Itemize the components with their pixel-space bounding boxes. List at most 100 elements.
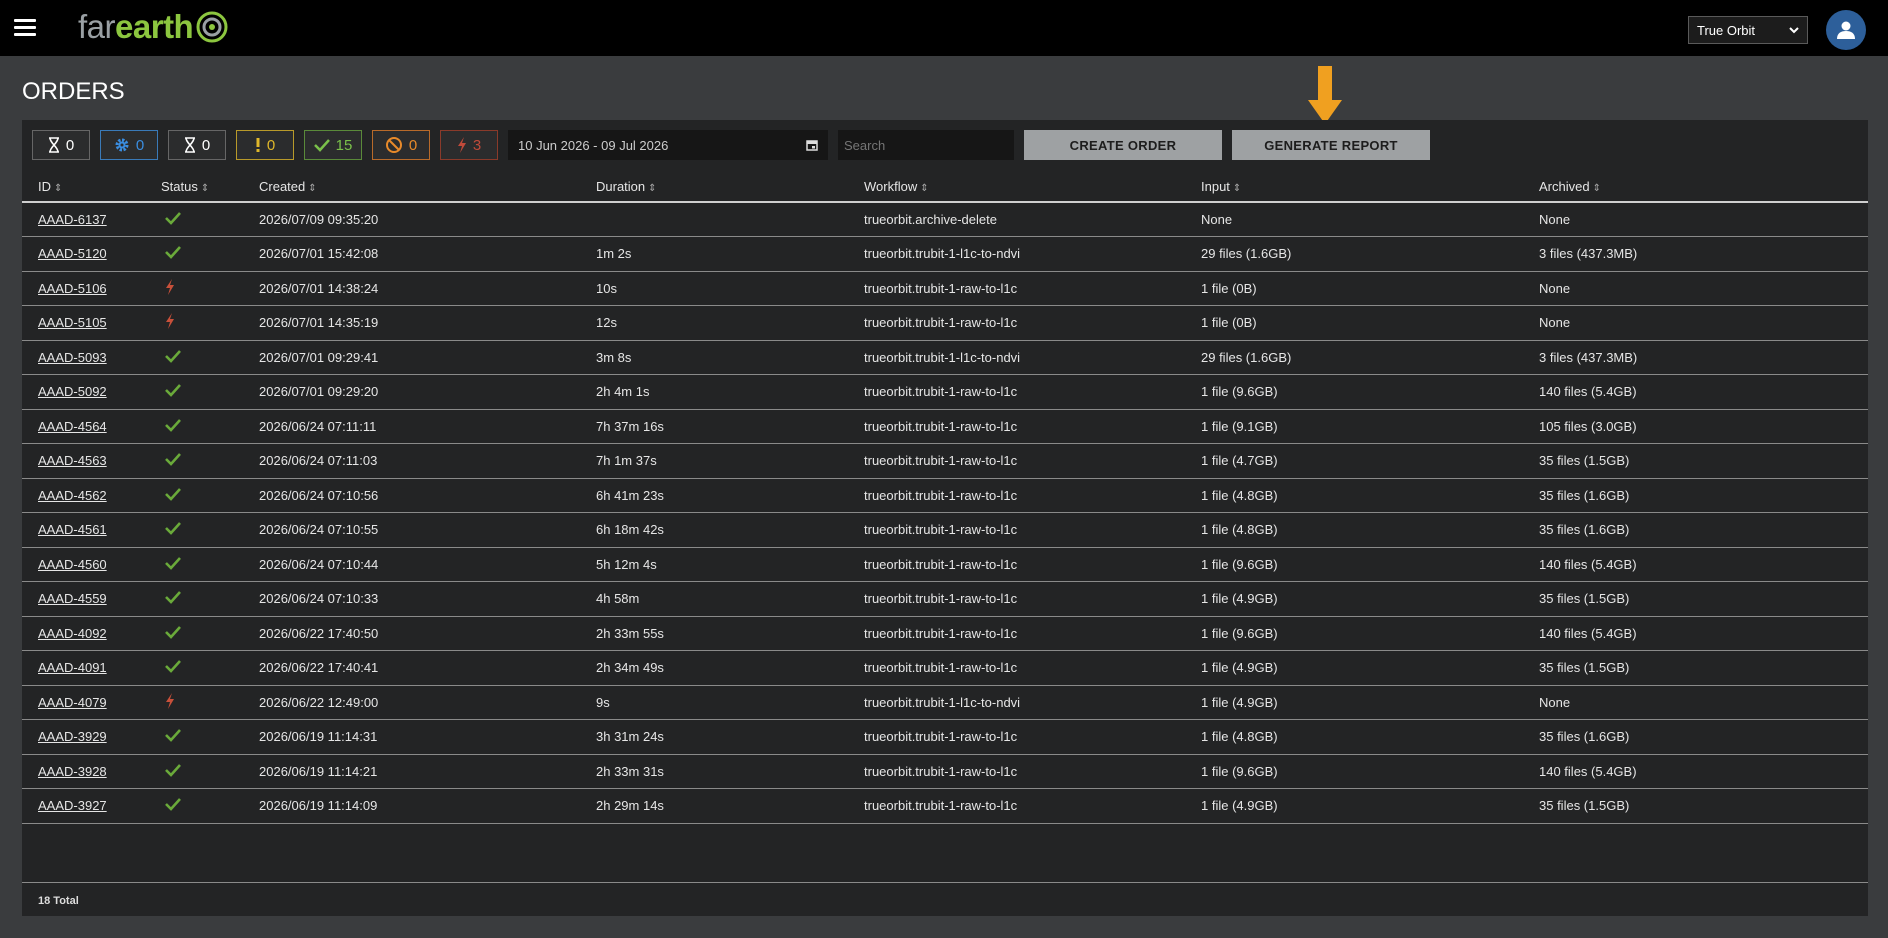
order-id-link[interactable]: AAAD-4092 bbox=[38, 626, 107, 641]
table-row[interactable]: AAAD-4561 2026/06/24 07:10:55 6h 18m 42s tr… bbox=[22, 512, 1868, 548]
cell-archived: 35 files (1.6GB) bbox=[1539, 512, 1868, 548]
filter-warning-count: 0 bbox=[266, 136, 276, 154]
check-icon bbox=[165, 556, 181, 570]
cell-status bbox=[161, 443, 259, 479]
status-success bbox=[161, 212, 181, 228]
cell-workflow: trueorbit.trubit-1-raw-to-l1c bbox=[864, 374, 1201, 410]
cell-created: 2026/06/24 07:10:55 bbox=[259, 512, 596, 548]
header-status-label: Status bbox=[161, 179, 198, 194]
filter-cancelled-chip[interactable]: 0 bbox=[372, 130, 430, 160]
order-id-link[interactable]: AAAD-4079 bbox=[38, 695, 107, 710]
check-icon bbox=[165, 384, 181, 398]
cell-input: 1 file (4.9GB) bbox=[1201, 788, 1539, 824]
table-row[interactable]: AAAD-6137 2026/07/09 09:35:20 trueorbit.ar… bbox=[22, 202, 1868, 237]
bolt-icon bbox=[166, 278, 174, 295]
cell-id: AAAD-3928 bbox=[22, 754, 161, 789]
cell-id: AAAD-4561 bbox=[22, 512, 161, 548]
order-id-link[interactable]: AAAD-5106 bbox=[38, 281, 107, 296]
table-row[interactable]: AAAD-3928 2026/06/19 11:14:21 2h 33m 31s tr… bbox=[22, 754, 1868, 789]
header-id[interactable]: ID ⇕ bbox=[22, 172, 161, 203]
filter-warning-chip[interactable]: 0 bbox=[236, 130, 294, 160]
order-id-link[interactable]: AAAD-4559 bbox=[38, 591, 107, 606]
create-order-button[interactable]: CREATE ORDER bbox=[1024, 130, 1222, 160]
header-status[interactable]: Status ⇕ bbox=[161, 172, 259, 203]
order-id-link[interactable]: AAAD-3927 bbox=[38, 798, 107, 813]
cell-id: AAAD-5092 bbox=[22, 374, 161, 410]
order-id-link[interactable]: AAAD-3929 bbox=[38, 729, 107, 744]
cell-duration: 12s bbox=[596, 305, 864, 341]
table-row[interactable]: AAAD-5092 2026/07/01 09:29:20 2h 4m 1s true… bbox=[22, 374, 1868, 410]
header-input[interactable]: Input ⇕ bbox=[1201, 172, 1539, 203]
table-row[interactable]: AAAD-5105 2026/07/01 14:35:19 12s trueorbit… bbox=[22, 305, 1868, 341]
table-row[interactable]: AAAD-3929 2026/06/19 11:14:31 3h 31m 24s tr… bbox=[22, 719, 1868, 755]
table-row[interactable]: AAAD-4562 2026/06/24 07:10:56 6h 41m 23s tr… bbox=[22, 478, 1868, 513]
order-id-link[interactable]: AAAD-5120 bbox=[38, 246, 107, 261]
cell-duration: 3m 8s bbox=[596, 340, 864, 375]
cell-workflow: trueorbit.trubit-1-raw-to-l1c bbox=[864, 271, 1201, 306]
order-id-link[interactable]: AAAD-5093 bbox=[38, 350, 107, 365]
organization-select[interactable]: True Orbit bbox=[1688, 16, 1808, 44]
order-id-link[interactable]: AAAD-4564 bbox=[38, 419, 107, 434]
table-row[interactable]: AAAD-4091 2026/06/22 17:40:41 2h 34m 49s tr… bbox=[22, 650, 1868, 686]
cell-archived: None bbox=[1539, 202, 1868, 237]
order-id-link[interactable]: AAAD-5092 bbox=[38, 384, 107, 399]
order-id-link[interactable]: AAAD-6137 bbox=[38, 212, 107, 227]
table-row[interactable]: AAAD-4564 2026/06/24 07:11:11 7h 37m 16s tr… bbox=[22, 409, 1868, 444]
header-created[interactable]: Created ⇕ bbox=[259, 172, 596, 203]
filter-processing-chip[interactable]: 0 bbox=[100, 130, 158, 160]
filter-queued-chip[interactable]: 0 bbox=[32, 130, 90, 160]
top-navigation-bar: far earth True Orbit bbox=[0, 0, 1888, 56]
cell-duration: 10s bbox=[596, 271, 864, 306]
order-id-link[interactable]: AAAD-4561 bbox=[38, 522, 107, 537]
cell-input: 29 files (1.6GB) bbox=[1201, 340, 1539, 375]
user-avatar[interactable] bbox=[1826, 10, 1866, 50]
cell-duration: 2h 4m 1s bbox=[596, 374, 864, 410]
filter-waiting-chip[interactable]: 0 bbox=[168, 130, 226, 160]
order-id-link[interactable]: AAAD-3928 bbox=[38, 764, 107, 779]
cell-created: 2026/07/01 15:42:08 bbox=[259, 236, 596, 272]
table-row[interactable]: AAAD-4079 2026/06/22 12:49:00 9s trueorbit.… bbox=[22, 685, 1868, 720]
hamburger-menu-icon[interactable] bbox=[14, 19, 36, 37]
sort-icon: ⇕ bbox=[200, 183, 210, 194]
order-id-link[interactable]: AAAD-4560 bbox=[38, 557, 107, 572]
cell-id: AAAD-4564 bbox=[22, 409, 161, 444]
table-row[interactable]: AAAD-4092 2026/06/22 17:40:50 2h 33m 55s tr… bbox=[22, 616, 1868, 651]
status-failed bbox=[161, 278, 175, 298]
search-input[interactable] bbox=[838, 130, 1014, 160]
generate-report-button[interactable]: GENERATE REPORT bbox=[1232, 130, 1430, 160]
order-id-link[interactable]: AAAD-5105 bbox=[38, 315, 107, 330]
sort-icon: ⇕ bbox=[54, 183, 63, 194]
cell-archived: 3 files (437.3MB) bbox=[1539, 340, 1868, 375]
cell-archived: 35 files (1.6GB) bbox=[1539, 719, 1868, 755]
cell-created: 2026/06/24 07:10:33 bbox=[259, 581, 596, 617]
filter-success-chip[interactable]: 15 bbox=[304, 130, 362, 160]
cell-status bbox=[161, 409, 259, 444]
order-id-link[interactable]: AAAD-4562 bbox=[38, 488, 107, 503]
calendar-icon[interactable] bbox=[806, 139, 818, 151]
header-duration[interactable]: Duration ⇕ bbox=[596, 172, 864, 203]
table-row[interactable]: AAAD-4560 2026/06/24 07:10:44 5h 12m 4s tru… bbox=[22, 547, 1868, 582]
cell-input: 1 file (4.8GB) bbox=[1201, 719, 1539, 755]
user-icon bbox=[1837, 21, 1855, 39]
table-row[interactable]: AAAD-5093 2026/07/01 09:29:41 3m 8s trueorb… bbox=[22, 340, 1868, 375]
check-icon bbox=[165, 246, 181, 260]
cell-workflow: trueorbit.trubit-1-l1c-to-ndvi bbox=[864, 236, 1201, 272]
table-row[interactable]: AAAD-5120 2026/07/01 15:42:08 1m 2s trueorb… bbox=[22, 236, 1868, 272]
farearth-logo[interactable]: far earth bbox=[78, 8, 229, 46]
filter-failed-chip[interactable]: 3 bbox=[440, 130, 498, 160]
table-row[interactable]: AAAD-4559 2026/06/24 07:10:33 4h 58m trueor… bbox=[22, 581, 1868, 617]
date-range-field[interactable]: 10 Jun 2026 - 09 Jul 2026 bbox=[508, 130, 828, 160]
cell-created: 2026/06/19 11:14:31 bbox=[259, 719, 596, 755]
sort-icon: ⇕ bbox=[1592, 183, 1601, 194]
header-archived[interactable]: Archived ⇕ bbox=[1539, 172, 1868, 203]
header-workflow[interactable]: Workflow ⇕ bbox=[864, 172, 1201, 203]
header-created-label: Created bbox=[259, 179, 306, 194]
cell-archived: 140 files (5.4GB) bbox=[1539, 547, 1868, 582]
table-row[interactable]: AAAD-4563 2026/06/24 07:11:03 7h 1m 37s tru… bbox=[22, 443, 1868, 479]
table-row[interactable]: AAAD-3927 2026/06/19 11:14:09 2h 29m 14s tr… bbox=[22, 788, 1868, 824]
order-id-link[interactable]: AAAD-4091 bbox=[38, 660, 107, 675]
order-id-link[interactable]: AAAD-4563 bbox=[38, 453, 107, 468]
cell-workflow: trueorbit.trubit-1-raw-to-l1c bbox=[864, 305, 1201, 341]
table-row[interactable]: AAAD-5106 2026/07/01 14:38:24 10s trueorbit… bbox=[22, 271, 1868, 306]
cell-id: AAAD-4560 bbox=[22, 547, 161, 582]
